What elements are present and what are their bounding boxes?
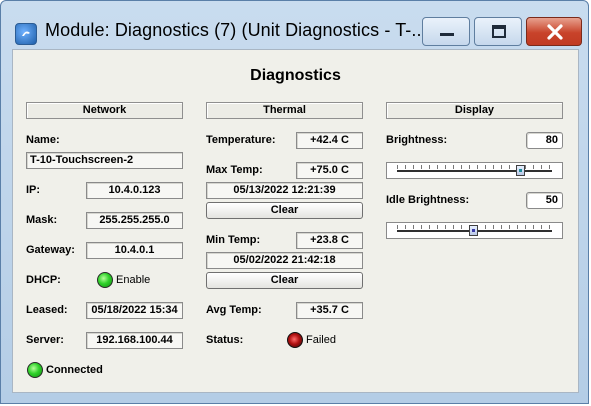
title-bar[interactable]: Module: Diagnostics (7) (Unit Diagnostic… (1, 1, 588, 47)
idle-brightness-input[interactable]: 50 (526, 192, 563, 209)
display-section-header: Display (386, 102, 563, 119)
gateway-value: 10.4.0.1 (86, 242, 183, 259)
page-title: Diagnostics (250, 67, 341, 84)
temperature-label: Temperature: (206, 134, 276, 146)
brightness-input[interactable]: 80 (526, 132, 563, 149)
thermal-status-label: Status: (206, 334, 244, 346)
max-temp-value: +75.0 C (296, 162, 363, 179)
connection-status: Connected (46, 364, 103, 376)
network-section-header: Network (26, 102, 183, 119)
avg-temp-label: Avg Temp: (206, 304, 262, 316)
dhcp-value: Enable (116, 274, 151, 286)
connection-status-led-icon (27, 362, 43, 378)
brightness-label: Brightness: (386, 134, 448, 146)
thermal-section-header: Thermal (206, 102, 363, 119)
dhcp-label: DHCP: (26, 274, 61, 286)
leased-label: Leased: (26, 304, 68, 316)
mask-label: Mask: (26, 214, 58, 226)
min-temp-value: +23.8 C (296, 232, 363, 249)
thermal-status-led-icon (287, 332, 303, 348)
dhcp-status-led-icon (97, 272, 113, 288)
max-temp-timestamp: 05/13/2022 12:21:39 (206, 182, 363, 199)
gateway-label: Gateway: (26, 244, 75, 256)
mask-value: 255.255.255.0 (86, 212, 183, 229)
ip-label: IP: (26, 184, 41, 196)
brightness-slider[interactable] (386, 162, 563, 179)
brightness-slider-thumb[interactable] (516, 165, 525, 176)
clear-max-temp-button[interactable]: Clear (206, 202, 363, 219)
server-value: 192.168.100.44 (86, 332, 183, 349)
diagnostics-panel: Diagnostics Network Name: T-10-Touchscre… (12, 49, 579, 393)
name-value: T-10-Touchscreen-2 (26, 152, 183, 169)
minimize-button[interactable] (422, 17, 470, 46)
window-title: Module: Diagnostics (7) (Unit Diagnostic… (45, 20, 427, 40)
leased-value: 05/18/2022 15:34 (86, 302, 183, 319)
name-label: Name: (26, 134, 60, 146)
close-icon (547, 24, 563, 40)
clear-min-temp-button[interactable]: Clear (206, 272, 363, 289)
temperature-value: +42.4 C (296, 132, 363, 149)
idle-brightness-slider[interactable] (386, 222, 563, 239)
maximize-icon (492, 25, 506, 38)
close-button[interactable] (526, 17, 582, 46)
server-label: Server: (26, 334, 64, 346)
minimize-icon (440, 33, 454, 36)
thermal-status-value: Failed (306, 334, 336, 346)
diagnostics-window: Module: Diagnostics (7) (Unit Diagnostic… (0, 0, 589, 404)
max-temp-label: Max Temp: (206, 164, 263, 176)
ip-value: 10.4.0.123 (86, 182, 183, 199)
avg-temp-value: +35.7 C (296, 302, 363, 319)
min-temp-timestamp: 05/02/2022 21:42:18 (206, 252, 363, 269)
min-temp-label: Min Temp: (206, 234, 261, 246)
app-icon[interactable] (15, 23, 37, 45)
maximize-button[interactable] (474, 17, 522, 46)
idle-brightness-slider-thumb[interactable] (469, 225, 478, 236)
idle-brightness-label: Idle Brightness: (386, 194, 470, 206)
